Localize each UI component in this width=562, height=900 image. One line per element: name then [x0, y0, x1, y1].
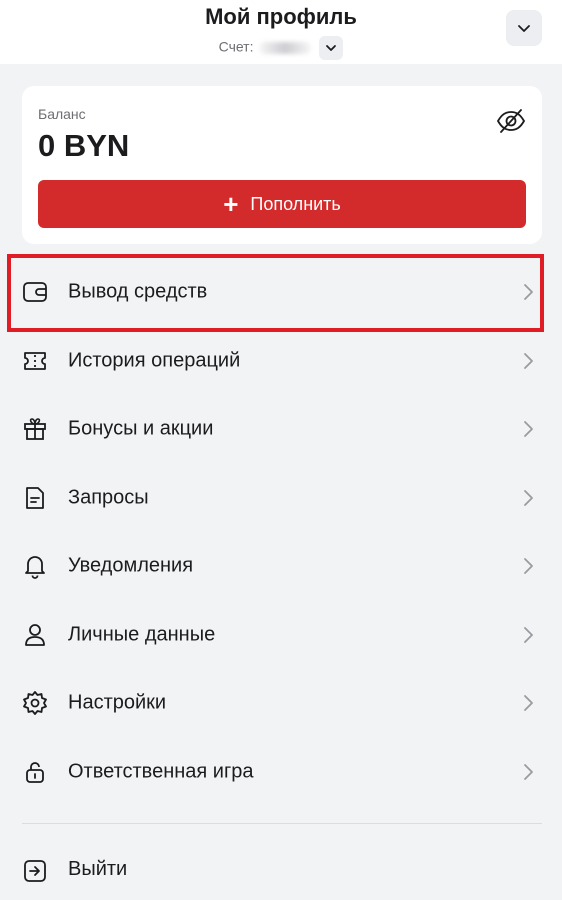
document-icon — [22, 485, 48, 511]
header: Мой профиль Счет: — [0, 0, 562, 64]
page-title: Мой профиль — [205, 4, 357, 29]
menu-item-label: Уведомления — [68, 554, 194, 577]
gear-icon — [22, 690, 48, 716]
menu-item-settings[interactable]: Настройки — [0, 669, 562, 738]
logout-label: Выйти — [68, 858, 128, 880]
topup-button[interactable]: + Пополнить — [38, 180, 526, 228]
account-chevron-icon[interactable] — [319, 36, 344, 60]
menu-item-label: Ответственная игра — [68, 760, 254, 783]
bell-icon — [22, 553, 48, 580]
account-number-blurred — [259, 42, 312, 54]
menu-item-responsible-gaming[interactable]: Ответственная игра — [0, 738, 562, 807]
divider — [22, 823, 542, 824]
chevron-right-icon — [524, 695, 533, 712]
balance-label: Баланс — [38, 106, 86, 122]
header-expand-button[interactable] — [506, 10, 542, 46]
menu-item-label: Личные данные — [68, 623, 216, 646]
menu-item-label: Настройки — [68, 691, 167, 714]
lock-icon — [22, 759, 48, 785]
eye-off-icon[interactable] — [496, 106, 526, 136]
chevron-right-icon — [524, 352, 533, 369]
menu-item-label: Вывод средств — [68, 280, 208, 303]
chevron-right-icon — [524, 763, 533, 780]
menu-item-personal-data[interactable]: Личные данные — [0, 601, 562, 670]
menu-item-notifications[interactable]: Уведомления — [0, 532, 562, 601]
logout-button[interactable]: Выйти — [0, 836, 562, 900]
menu-item-bonuses[interactable]: Бонусы и акции — [0, 395, 562, 464]
account-selector[interactable]: Счет: — [0, 36, 562, 60]
menu-item-label: Бонусы и акции — [68, 417, 214, 440]
menu-item-requests[interactable]: Запросы — [0, 464, 562, 533]
balance-value: 0 BYN — [38, 128, 130, 163]
chevron-down-icon — [518, 25, 530, 32]
menu-item-history[interactable]: История операций — [0, 327, 562, 396]
logout-icon — [22, 858, 48, 884]
chevron-right-icon — [524, 284, 533, 301]
account-label: Счет: — [218, 38, 258, 55]
ticket-icon — [22, 348, 48, 374]
user-icon — [22, 622, 48, 648]
chevron-right-icon — [524, 489, 533, 506]
menu-item-label: Запросы — [68, 486, 149, 509]
topup-label: Пополнить — [250, 193, 341, 214]
plus-icon: + — [223, 189, 239, 219]
gift-icon — [22, 416, 48, 442]
menu-item-label: История операций — [68, 349, 241, 372]
chevron-right-icon — [524, 421, 533, 438]
profile-menu: Вывод средств История операций Бонусы и … — [0, 258, 562, 806]
balance-card: Баланс 0 BYN + Пополнить — [22, 86, 542, 244]
chevron-right-icon — [524, 558, 533, 575]
chevron-right-icon — [524, 626, 533, 643]
wallet-icon — [22, 279, 48, 305]
menu-item-withdraw[interactable]: Вывод средств — [0, 258, 562, 327]
